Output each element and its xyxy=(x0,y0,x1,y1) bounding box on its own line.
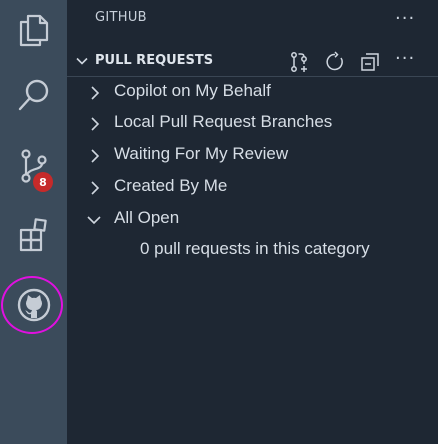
search-button[interactable] xyxy=(0,65,67,125)
activity-bar: 8 xyxy=(0,0,67,444)
tree-item-waiting-review[interactable]: Waiting For My Review xyxy=(67,140,438,170)
focus-highlight-ring xyxy=(1,276,63,334)
tree-item-label: Created By Me xyxy=(114,176,228,195)
tree-item-label: Copilot on My Behalf xyxy=(114,81,271,100)
extensions-button[interactable] xyxy=(0,205,67,265)
source-control-button[interactable]: 8 xyxy=(0,136,67,196)
section-more-actions-icon[interactable]: ··· xyxy=(395,50,415,68)
pull-requests-section-header[interactable]: PULL REQUESTS ··· xyxy=(67,46,438,77)
chevron-right-icon xyxy=(91,149,100,163)
more-actions-icon[interactable]: ··· xyxy=(395,10,415,28)
tree-item-label: All Open xyxy=(114,208,180,227)
github-sidebar: GITHUB ··· PULL REQUESTS ··· Copilot on … xyxy=(67,0,438,444)
sidebar-title: GITHUB xyxy=(95,10,147,25)
files-icon xyxy=(19,14,48,47)
collapse-all-icon[interactable] xyxy=(359,51,381,73)
chevron-right-icon xyxy=(91,117,100,131)
chevron-down-icon xyxy=(87,216,101,225)
section-title: PULL REQUESTS xyxy=(95,53,214,68)
search-icon xyxy=(18,79,48,111)
tree-item-copilot[interactable]: Copilot on My Behalf xyxy=(67,77,438,107)
tree-item-label: Waiting For My Review xyxy=(114,144,289,163)
chevron-down-icon xyxy=(76,57,88,65)
tree-item-local-branches[interactable]: Local Pull Request Branches xyxy=(67,108,438,138)
tree-item-all-open[interactable]: All Open xyxy=(67,204,438,234)
empty-message-label: 0 pull requests in this category xyxy=(140,239,370,258)
explorer-button[interactable] xyxy=(0,0,67,60)
extensions-icon xyxy=(19,218,47,252)
create-pull-request-icon[interactable] xyxy=(289,51,311,73)
scm-badge: 8 xyxy=(33,172,53,192)
empty-category-message: 0 pull requests in this category xyxy=(67,235,438,265)
tree-item-label: Local Pull Request Branches xyxy=(114,112,333,131)
chevron-right-icon xyxy=(91,181,100,195)
refresh-icon[interactable] xyxy=(324,51,346,73)
chevron-right-icon xyxy=(91,86,100,100)
tree-item-created-by-me[interactable]: Created By Me xyxy=(67,172,438,202)
